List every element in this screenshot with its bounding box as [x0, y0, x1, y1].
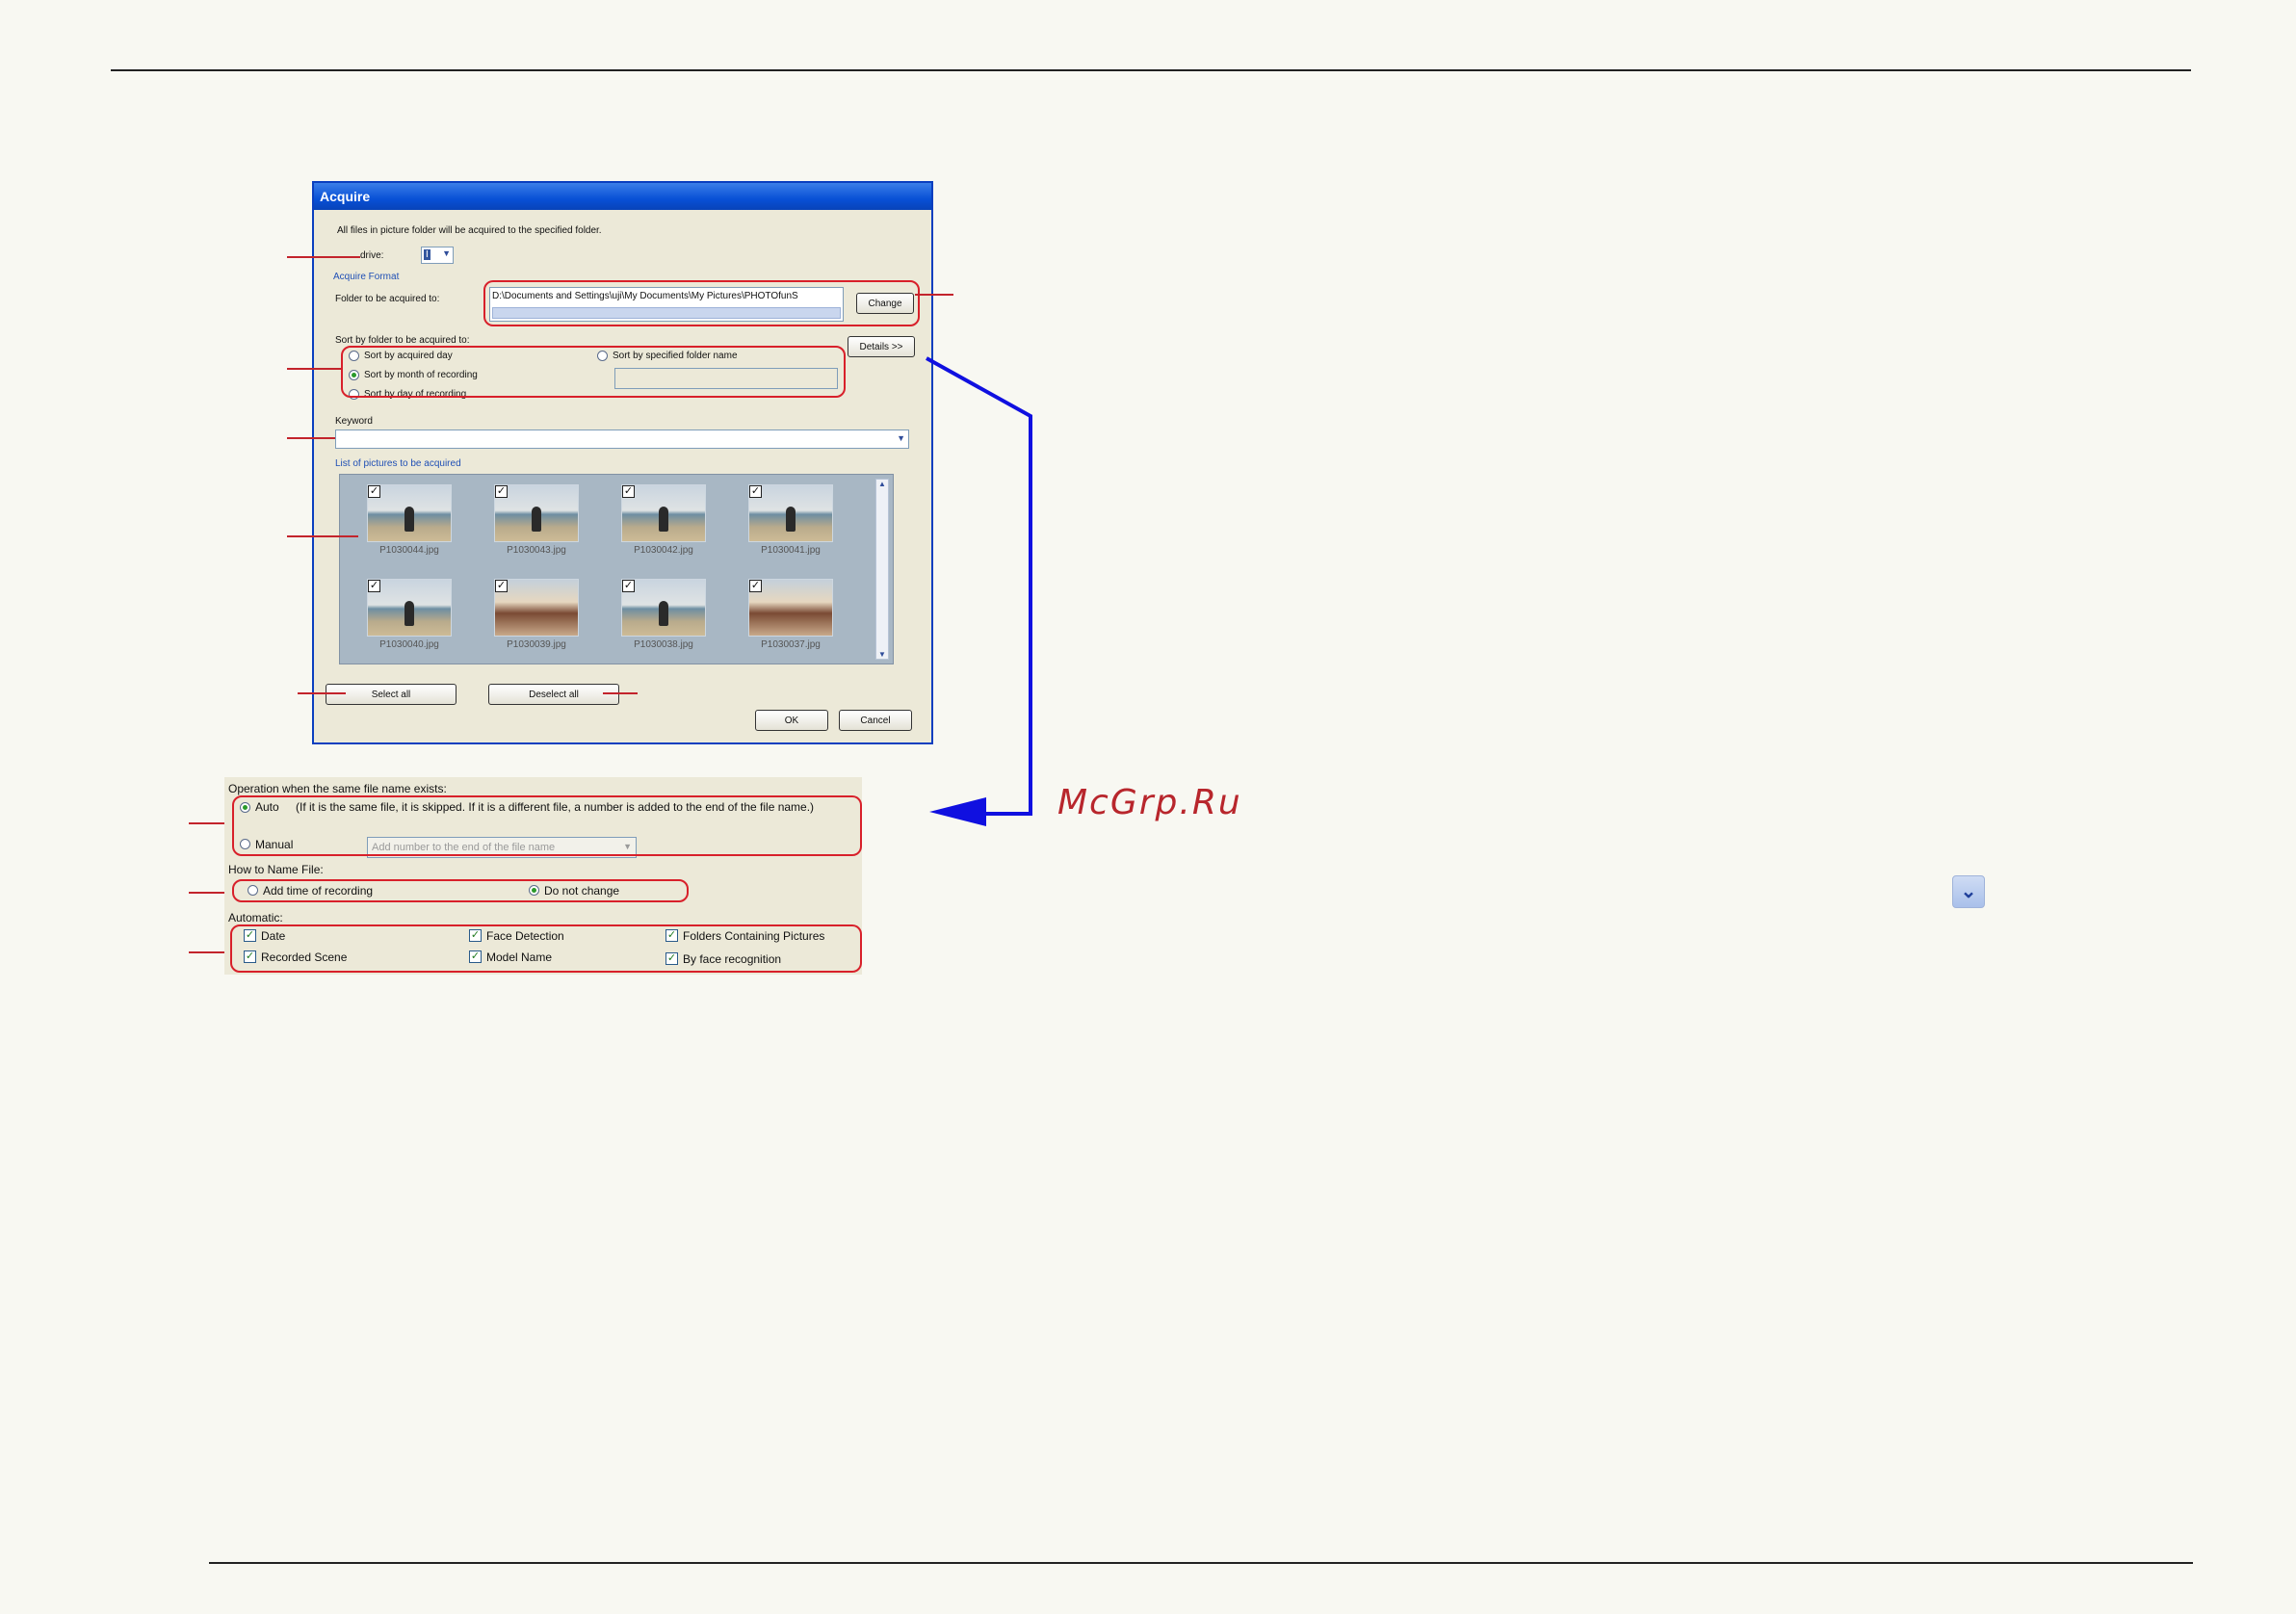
acquire-dialog: Acquire All files in picture folder will… — [312, 181, 933, 744]
chevron-down-icon: ▼ — [442, 248, 451, 258]
callout-deselect-line — [603, 692, 638, 694]
details-panel: Operation when the same file name exists… — [224, 777, 862, 975]
picture-name: P1030040.jpg — [379, 639, 439, 650]
drive-label: drive: — [360, 250, 384, 261]
name-highlight — [232, 879, 689, 902]
picture-name: P1030037.jpg — [761, 639, 821, 650]
bottom-rule — [209, 1562, 2193, 1564]
callout-drive-line — [287, 256, 360, 258]
select-all-button[interactable]: Select all — [326, 684, 457, 705]
picture-thumbnail: ✓ — [748, 579, 833, 637]
checkbox-checked-icon[interactable]: ✓ — [622, 580, 635, 592]
callout-operation-line — [189, 822, 229, 824]
checkbox-checked-icon[interactable]: ✓ — [368, 580, 380, 592]
person-figure — [404, 507, 414, 532]
checkbox-checked-icon[interactable]: ✓ — [622, 485, 635, 498]
callout-list-line — [287, 535, 358, 537]
sort-highlight — [341, 346, 846, 398]
callout-select-line — [298, 692, 346, 694]
picture-thumbnail: ✓ — [621, 579, 706, 637]
keyword-label: Keyword — [335, 416, 373, 427]
list-label: List of pictures to be acquired — [335, 458, 461, 469]
list-item[interactable]: ✓ P1030039.jpg — [494, 579, 579, 650]
sort-label: Sort by folder to be acquired to: — [335, 335, 470, 346]
watermark-text: McGrp.Ru — [1057, 783, 1242, 822]
person-figure — [532, 507, 541, 532]
chevron-down-icon: ▼ — [878, 650, 886, 659]
acquire-format-label: Acquire Format — [333, 272, 400, 282]
automatic-label: Automatic: — [228, 911, 283, 924]
picture-list: ✓ P1030044.jpg ✓ P1030043.jpg ✓ P1030042… — [339, 474, 894, 664]
chevron-down-icon: ⌄ — [1952, 875, 1985, 908]
list-item[interactable]: ✓ P1030042.jpg — [621, 484, 706, 556]
person-figure — [786, 507, 796, 532]
person-figure — [659, 601, 668, 626]
drive-value: I — [424, 249, 430, 260]
dialog-title: Acquire — [314, 183, 931, 210]
callout-name-line — [189, 892, 229, 894]
callout-folder-line — [915, 294, 953, 296]
name-file-label: How to Name File: — [228, 863, 324, 876]
list-item[interactable]: ✓ P1030038.jpg — [621, 579, 706, 650]
picture-thumbnail: ✓ — [494, 484, 579, 542]
picture-thumbnail: ✓ — [367, 484, 452, 542]
arrow-head-icon — [929, 797, 986, 826]
vertical-scrollbar[interactable]: ▲ ▼ — [875, 479, 889, 660]
list-item[interactable]: ✓ P1030037.jpg — [748, 579, 833, 650]
folder-label: Folder to be acquired to: — [335, 294, 440, 304]
checkbox-checked-icon[interactable]: ✓ — [368, 485, 380, 498]
checkbox-checked-icon[interactable]: ✓ — [495, 580, 508, 592]
picture-name: P1030041.jpg — [761, 545, 821, 556]
picture-name: P1030039.jpg — [507, 639, 566, 650]
picture-thumbnail: ✓ — [621, 484, 706, 542]
picture-name: P1030043.jpg — [507, 545, 566, 556]
callout-automatic-line — [189, 951, 229, 953]
operation-highlight — [232, 795, 862, 856]
info-text: All files in picture folder will be acqu… — [337, 225, 602, 236]
picture-name: P1030044.jpg — [379, 545, 439, 556]
list-item[interactable]: ✓ P1030041.jpg — [748, 484, 833, 556]
picture-thumbnail: ✓ — [494, 579, 579, 637]
checkbox-checked-icon[interactable]: ✓ — [749, 580, 762, 592]
list-item[interactable]: ✓ P1030043.jpg — [494, 484, 579, 556]
list-item[interactable]: ✓ P1030044.jpg — [367, 484, 452, 556]
checkbox-checked-icon[interactable]: ✓ — [749, 485, 762, 498]
person-figure — [404, 601, 414, 626]
callout-sort-line — [287, 368, 341, 370]
ok-button[interactable]: OK — [755, 710, 828, 731]
top-rule — [111, 69, 2191, 71]
cancel-button[interactable]: Cancel — [839, 710, 912, 731]
picture-name: P1030042.jpg — [634, 545, 693, 556]
checkbox-checked-icon[interactable]: ✓ — [495, 485, 508, 498]
details-button[interactable]: Details >> — [848, 336, 915, 357]
keyword-input[interactable]: ▼ — [335, 430, 909, 449]
chevron-down-icon: ▼ — [897, 433, 905, 443]
picture-thumbnail: ✓ — [367, 579, 452, 637]
operation-label: Operation when the same file name exists… — [228, 782, 447, 795]
automatic-highlight — [230, 924, 862, 973]
picture-name: P1030038.jpg — [634, 639, 693, 650]
chevron-up-icon: ▲ — [878, 480, 886, 488]
folder-highlight — [483, 280, 920, 326]
connector-arrow-line — [926, 356, 1032, 816]
picture-thumbnail: ✓ — [748, 484, 833, 542]
drive-select[interactable]: I ▼ — [421, 247, 454, 264]
callout-keyword-line — [287, 437, 335, 439]
deselect-all-button[interactable]: Deselect all — [488, 684, 619, 705]
list-item[interactable]: ✓ P1030040.jpg — [367, 579, 452, 650]
person-figure — [659, 507, 668, 532]
